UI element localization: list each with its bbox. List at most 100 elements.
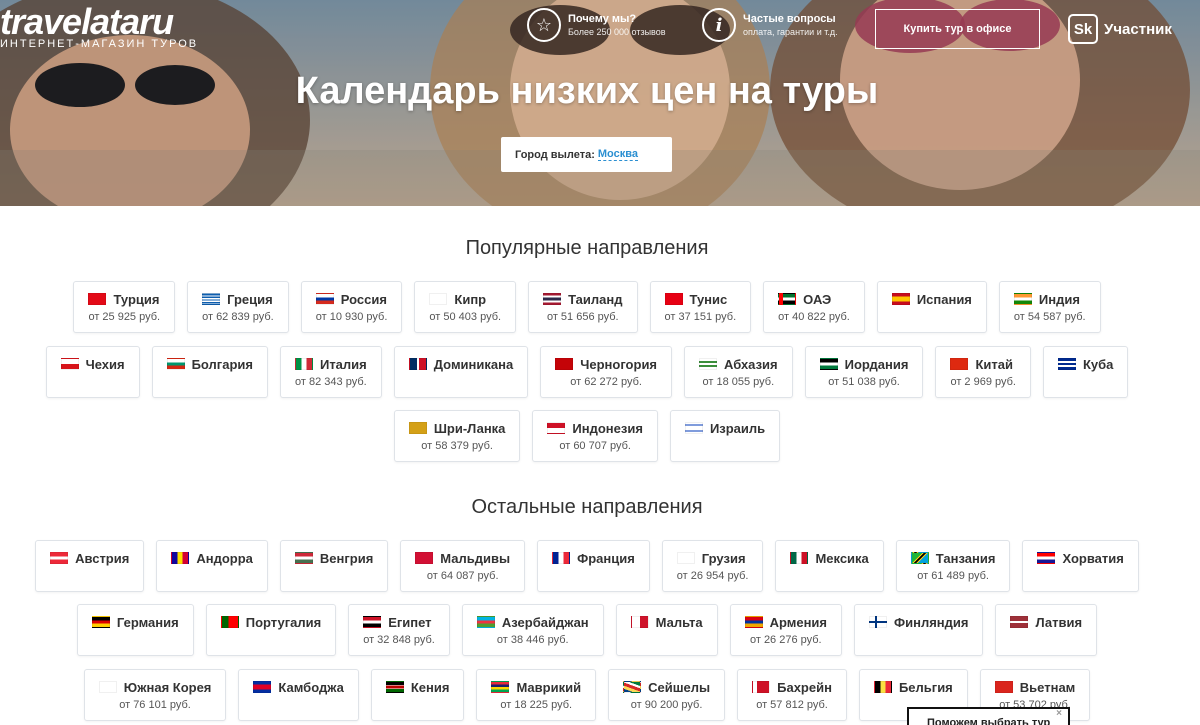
destination-name: Индонезия xyxy=(572,420,643,436)
destination-card[interactable]: Танзания от 61 489 руб. xyxy=(895,540,1011,592)
destination-card[interactable]: Бахрейн от 57 812 руб. xyxy=(737,669,847,721)
destination-card[interactable]: Куба xyxy=(1042,346,1129,398)
destination-name: Черногория xyxy=(580,356,658,372)
destination-name: Куба xyxy=(1082,356,1114,372)
destination-name: Венгрия xyxy=(319,550,374,566)
destination-header: Болгария xyxy=(166,356,253,372)
destination-card[interactable]: Италия от 82 343 руб. xyxy=(279,346,382,398)
destination-header: Черногория xyxy=(555,356,657,372)
flag-be-icon xyxy=(873,681,892,693)
site-logo[interactable]: travelataru ИНТЕРНЕТ-МАГАЗИН ТУРОВ xyxy=(0,4,198,51)
destination-card[interactable]: Тунис от 37 151 руб. xyxy=(649,281,752,333)
destination-name: Германия xyxy=(116,614,179,630)
destination-name: Шри-Ланка xyxy=(433,420,506,436)
destination-card[interactable]: Китай от 2 969 руб. xyxy=(935,346,1031,398)
destination-name: Камбоджа xyxy=(278,679,344,695)
flag-ke-icon xyxy=(385,681,404,693)
flag-kr-icon xyxy=(98,681,117,693)
destination-card[interactable]: Венгрия xyxy=(279,540,389,592)
destination-card[interactable]: Мальта xyxy=(615,604,718,656)
destination-card[interactable]: Таиланд от 51 656 руб. xyxy=(528,281,638,333)
destination-card[interactable]: Абхазия от 18 055 руб. xyxy=(684,346,793,398)
destination-card[interactable]: Финляндия xyxy=(854,604,984,656)
destination-price: от 37 151 руб. xyxy=(664,311,737,323)
destination-card[interactable]: Египет от 32 848 руб. xyxy=(348,604,450,656)
help-choose-tour-widget[interactable]: Поможем выбрать тур × xyxy=(907,707,1070,725)
skolkovo-badge[interactable]: Sk Участник xyxy=(1068,14,1172,44)
destination-card[interactable]: Латвия xyxy=(995,604,1098,656)
destination-name: Россия xyxy=(340,291,387,307)
departure-city-value[interactable]: Москва xyxy=(597,148,638,161)
destination-card[interactable]: Маврикий от 18 225 руб. xyxy=(476,669,597,721)
destination-card[interactable]: Турция от 25 925 руб. xyxy=(73,281,176,333)
destination-name: Грузия xyxy=(701,550,746,566)
destination-card[interactable]: Австрия xyxy=(35,540,145,592)
departure-city-selector[interactable]: Город вылета: Москва xyxy=(501,137,672,172)
destination-price: от 62 839 руб. xyxy=(202,311,274,323)
destination-card[interactable]: Мальдивы от 64 087 руб. xyxy=(400,540,526,592)
destination-header: Россия xyxy=(315,291,388,307)
flag-th-icon xyxy=(543,293,562,305)
destination-card[interactable]: Кипр от 50 403 руб. xyxy=(414,281,517,333)
destination-card[interactable]: Мексика xyxy=(775,540,884,592)
destination-header: Камбоджа xyxy=(253,679,344,695)
buy-in-office-button[interactable]: Купить тур в офисе xyxy=(875,9,1040,49)
destination-card[interactable]: Сейшелы от 90 200 руб. xyxy=(608,669,726,721)
destination-card[interactable]: ОАЭ от 40 822 руб. xyxy=(763,281,865,333)
destination-card[interactable]: Израиль xyxy=(669,410,781,462)
destination-card[interactable]: Индия от 54 587 руб. xyxy=(998,281,1101,333)
flag-hu-icon xyxy=(294,552,313,564)
destination-header: Египет xyxy=(363,614,435,630)
destination-header: Кения xyxy=(385,679,449,695)
flag-bh-icon xyxy=(752,681,771,693)
destination-name: ОАЭ xyxy=(803,291,832,307)
destination-card[interactable]: Болгария xyxy=(151,346,268,398)
destination-price: от 18 225 руб. xyxy=(500,699,573,711)
destination-card[interactable]: Азербайджан от 38 446 руб. xyxy=(461,604,604,656)
destination-card[interactable]: Иордания от 51 038 руб. xyxy=(804,346,924,398)
destination-card[interactable]: Хорватия xyxy=(1022,540,1139,592)
destination-header: Вьетнам xyxy=(994,679,1076,695)
destination-card[interactable]: Черногория от 62 272 руб. xyxy=(540,346,673,398)
flag-vn-icon xyxy=(994,681,1013,693)
destination-header: Португалия xyxy=(220,614,321,630)
destination-card[interactable]: Камбоджа xyxy=(238,669,359,721)
destination-price: от 25 925 руб. xyxy=(88,311,161,323)
destination-header: Италия xyxy=(294,356,367,372)
destination-header: Индонезия xyxy=(547,420,643,436)
destination-card[interactable]: Франция xyxy=(537,540,650,592)
close-icon[interactable]: × xyxy=(1056,708,1062,719)
destination-card[interactable]: Индонезия от 60 707 руб. xyxy=(532,410,658,462)
destination-card[interactable]: Россия от 10 930 руб. xyxy=(300,281,403,333)
destination-name: Азербайджан xyxy=(501,614,589,630)
destination-name: Турция xyxy=(113,291,160,307)
destination-name: Хорватия xyxy=(1062,550,1124,566)
destination-header: Азербайджан xyxy=(476,614,589,630)
destination-price: от 62 272 руб. xyxy=(570,376,642,388)
destination-header: Бельгия xyxy=(873,679,953,695)
faq-link[interactable]: i Частые вопросы оплата, гарантии и т.д. xyxy=(702,8,838,42)
why-us-link[interactable]: ☆ Почему мы? Более 250 000 отзывов xyxy=(527,8,666,42)
departure-city-label: Город вылета: xyxy=(515,148,595,161)
destination-name: Южная Корея xyxy=(123,679,212,695)
destination-header: Кипр xyxy=(429,291,501,307)
destination-card[interactable]: Германия xyxy=(76,604,194,656)
destination-card[interactable]: Греция от 62 839 руб. xyxy=(187,281,289,333)
destination-card[interactable]: Доминикана xyxy=(393,346,529,398)
destination-card[interactable]: Южная Корея от 76 101 руб. xyxy=(83,669,227,721)
destination-name: Маврикий xyxy=(516,679,582,695)
destination-card[interactable]: Грузия от 26 954 руб. xyxy=(661,540,764,592)
destination-card[interactable]: Чехия xyxy=(45,346,140,398)
destination-card[interactable]: Испания xyxy=(876,281,987,333)
destination-card[interactable]: Андорра xyxy=(156,540,268,592)
destination-header: Куба xyxy=(1057,356,1114,372)
destination-card[interactable]: Армения от 26 276 руб. xyxy=(729,604,843,656)
flag-sc-icon xyxy=(623,681,642,693)
destination-card[interactable]: Португалия xyxy=(205,604,337,656)
destination-card[interactable]: Шри-Ланка от 58 379 руб. xyxy=(393,410,521,462)
page-title: Календарь низких цен на туры xyxy=(295,70,879,112)
destination-name: Вьетнам xyxy=(1019,679,1076,695)
destination-card[interactable]: Кения xyxy=(370,669,465,721)
hero-banner: travelataru ИНТЕРНЕТ-МАГАЗИН ТУРОВ ☆ Поч… xyxy=(0,0,1200,206)
destination-price: от 90 200 руб. xyxy=(630,699,703,711)
